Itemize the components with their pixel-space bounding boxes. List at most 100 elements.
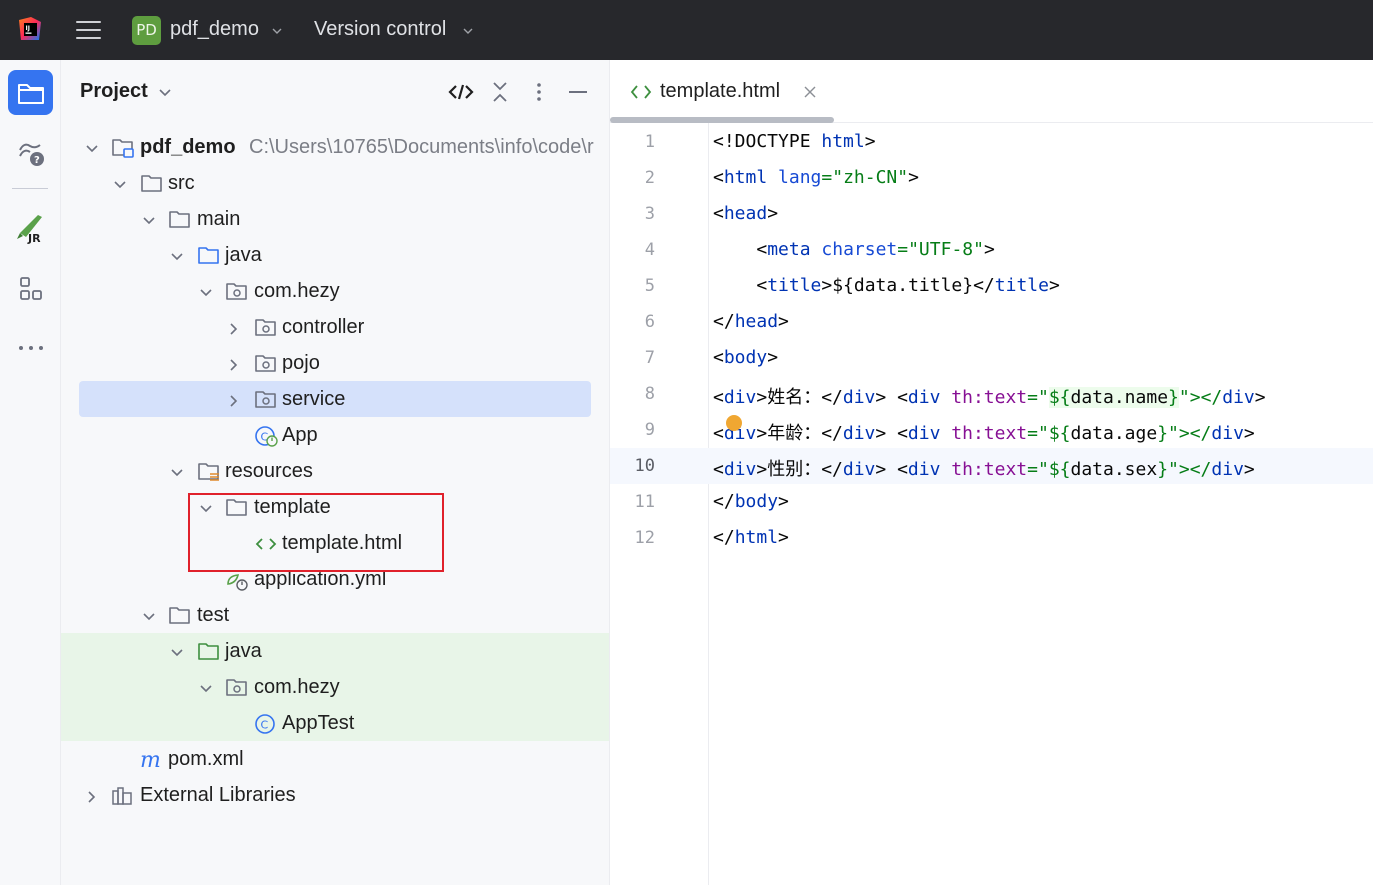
annotation-highlight-box	[188, 493, 444, 572]
svg-text:IJ: IJ	[26, 25, 30, 32]
options-button[interactable]	[529, 80, 549, 104]
tree-label: java	[225, 244, 262, 266]
project-badge[interactable]: PD	[132, 16, 161, 45]
intention-bulb-icon[interactable]	[726, 415, 742, 431]
tree-label: com.hezy	[254, 676, 340, 698]
learn-tool-button[interactable]: ?	[8, 130, 53, 175]
project-tool-button[interactable]	[8, 70, 53, 115]
panel-title: Project	[80, 80, 148, 102]
select-opened-file-button[interactable]	[447, 80, 475, 104]
chevron-down-icon[interactable]	[463, 26, 473, 36]
tree-node-app[interactable]: C App	[61, 418, 609, 454]
code-line: 1 <!DOCTYPE html>	[610, 124, 1373, 160]
maven-icon: m	[140, 749, 161, 771]
tree-node-main[interactable]: main	[61, 202, 609, 238]
tree-node-com-hezy-test[interactable]: com.hezy	[61, 670, 609, 706]
code-text: <head>	[713, 203, 779, 224]
tree-label: resources	[225, 460, 313, 482]
tree-node-pojo[interactable]: pojo	[61, 346, 609, 382]
intellij-idea-logo-icon[interactable]: IJ	[17, 16, 43, 42]
line-number: 8	[644, 384, 655, 404]
chevron-right-icon[interactable]	[85, 790, 99, 804]
tree-label: src	[168, 172, 195, 194]
tree-label: AppTest	[282, 712, 355, 734]
code-text: <div>性别：</div> <div th:text="${data.sex}…	[713, 459, 1255, 480]
tree-label: service	[282, 388, 346, 410]
chevron-down-icon[interactable]	[113, 178, 127, 192]
chevron-down-icon[interactable]	[142, 610, 156, 624]
chevron-down-icon[interactable]	[170, 646, 184, 660]
tree-node-src[interactable]: src	[61, 166, 609, 202]
chevron-down-icon	[159, 89, 171, 96]
tree-node-test[interactable]: test	[61, 598, 609, 634]
tab-template-html[interactable]: template.html	[610, 60, 834, 123]
tree-node-apptest[interactable]: C AppTest	[61, 706, 609, 742]
code-line: 9 <div>年龄：</div> <div th:text="${data.ag…	[610, 412, 1373, 448]
code-line: 12 </html>	[610, 520, 1373, 556]
tree-node-pdf-demo[interactable]: pdf_demo C:\Users\10765\Documents\info\c…	[61, 130, 609, 166]
jrebel-rocket-icon: JR	[16, 214, 42, 245]
project-switcher[interactable]: pdf_demo	[170, 18, 259, 41]
project-tool-window: Project pdf_demo C:\Users\10765\Document…	[61, 60, 610, 885]
tree-node-external-libraries[interactable]: External Libraries	[61, 778, 609, 814]
code-text: <body>	[713, 347, 779, 368]
version-control-menu[interactable]: Version control	[314, 18, 446, 41]
tree-label: App	[282, 424, 318, 446]
line-number: 11	[634, 492, 655, 512]
structure-tool-button[interactable]	[8, 266, 53, 311]
line-number: 5	[644, 276, 655, 296]
test-root-folder-icon	[198, 643, 219, 660]
package-icon	[226, 679, 247, 696]
chevron-right-icon[interactable]	[227, 394, 241, 408]
project-view-selector[interactable]: Project	[80, 80, 171, 103]
folder-icon	[141, 175, 162, 192]
chevron-down-icon[interactable]	[199, 682, 213, 696]
source-root-folder-icon	[198, 247, 219, 264]
chevron-right-icon[interactable]	[227, 322, 241, 336]
code-text: <div>姓名：</div> <div th:text="${data.name…	[713, 387, 1266, 408]
main-menu-button[interactable]	[76, 19, 101, 41]
collapse-all-icon	[493, 82, 507, 102]
svg-text:m: m	[140, 749, 161, 771]
hide-panel-button[interactable]	[566, 80, 590, 104]
tree-node-java-test[interactable]: java	[61, 634, 609, 670]
chevron-down-icon[interactable]	[272, 26, 282, 36]
line-number: 1	[644, 132, 655, 152]
chevron-down-icon[interactable]	[85, 142, 99, 156]
svg-text:?: ?	[34, 155, 40, 166]
tree-node-java-main[interactable]: java	[61, 238, 609, 274]
package-icon	[255, 391, 276, 408]
tree-node-pom-xml[interactable]: m pom.xml	[61, 742, 609, 778]
tree-node-service[interactable]: service	[61, 382, 609, 418]
package-icon	[226, 283, 247, 300]
line-number: 6	[644, 312, 655, 332]
learn-help-icon: ?	[18, 143, 44, 166]
spring-boot-class-icon: C	[255, 426, 278, 447]
close-icon[interactable]	[803, 85, 817, 99]
project-folder-icon	[17, 83, 44, 104]
line-number: 12	[634, 528, 655, 548]
chevron-down-icon[interactable]	[170, 466, 184, 480]
jrebel-tool-button[interactable]: JR	[8, 205, 53, 250]
package-icon	[255, 355, 276, 372]
code-line: 2 <html lang="zh-CN">	[610, 160, 1373, 196]
tree-node-com-hezy[interactable]: com.hezy	[61, 274, 609, 310]
chevron-down-icon[interactable]	[142, 214, 156, 228]
more-tools-button[interactable]	[8, 325, 53, 370]
tree-node-resources[interactable]: resources	[61, 454, 609, 490]
folder-icon	[169, 211, 190, 228]
line-number: 3	[644, 204, 655, 224]
spring-config-icon	[227, 574, 248, 591]
chevron-right-icon[interactable]	[227, 358, 241, 372]
folder-icon	[169, 607, 190, 624]
code-line: 3 <head>	[610, 196, 1373, 232]
code-line: 4 <meta charset="UTF-8">	[610, 232, 1373, 268]
tab-label: template.html	[660, 80, 781, 102]
options-icon	[537, 83, 541, 101]
class-icon: C	[255, 714, 275, 734]
line-number: 10	[634, 456, 655, 476]
tree-node-controller[interactable]: controller	[61, 310, 609, 346]
chevron-down-icon[interactable]	[170, 250, 184, 264]
chevron-down-icon[interactable]	[199, 286, 213, 300]
collapse-all-button[interactable]	[489, 80, 511, 104]
